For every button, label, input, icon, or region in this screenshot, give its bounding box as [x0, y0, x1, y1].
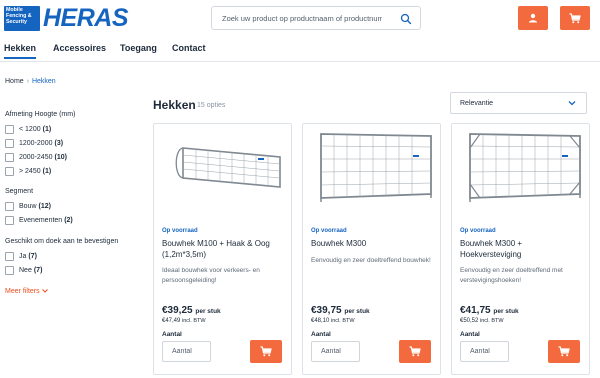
checkbox[interactable] [5, 124, 14, 134]
filter-option-mesh-ja[interactable]: Ja (7) [5, 251, 37, 261]
add-to-cart-button[interactable] [399, 340, 431, 363]
product-name[interactable]: Bouwhek M100 + Haak & Oog (1,2m*3,5m) [162, 239, 286, 260]
nav-hekken[interactable]: Hekken [4, 42, 37, 59]
quantity-label: Aantal [311, 331, 331, 338]
more-filters-link[interactable]: Meer filters [5, 288, 48, 295]
quantity-label: Aantal [460, 331, 480, 338]
checkbox[interactable] [5, 265, 14, 275]
filter-option-height-lt1200[interactable]: < 1200 (1) [5, 124, 51, 134]
add-to-cart-button[interactable] [250, 340, 282, 363]
search-box [211, 6, 421, 30]
stock-status: Op voorraad [311, 228, 347, 234]
product-image-fence[interactable] [309, 128, 435, 220]
product-description: Eenvoudig en zeer doeltreffend bouwhek! [311, 257, 431, 264]
stock-status: Op voorraad [162, 228, 198, 234]
filter-option-mesh-nee[interactable]: Nee (7) [5, 265, 42, 275]
page-title: Hekken [153, 98, 196, 112]
search-input[interactable] [212, 7, 382, 29]
nav-contact[interactable]: Contact [172, 42, 206, 54]
filter-height-title: Afmeting Hoogte (mm) [5, 111, 76, 118]
filter-option-segment-evenementen[interactable]: Evenementen (2) [5, 215, 73, 225]
filter-option-height-1200-2000[interactable]: 1200-2000 (3) [5, 138, 63, 148]
quantity-input[interactable] [460, 341, 509, 362]
product-card[interactable]: Op voorraad Bouwhek M100 + Haak & Oog (1… [153, 123, 292, 375]
cart-icon [569, 12, 581, 23]
search-icon[interactable] [400, 13, 412, 25]
account-button[interactable] [518, 6, 548, 30]
checkbox[interactable] [5, 201, 14, 211]
sort-value: Relevantie [460, 99, 494, 107]
logo-wordmark[interactable]: HERAS [43, 6, 129, 31]
breadcrumb: Home › Hekken [5, 77, 56, 86]
checkbox[interactable] [5, 166, 14, 176]
product-card[interactable]: Op voorraad Bouwhek M300 Eenvoudig en ze… [302, 123, 441, 375]
logo-badge[interactable]: Mobile Fencing & Security [4, 6, 40, 31]
result-count: 15 opties [197, 102, 226, 109]
cart-icon [409, 346, 421, 357]
price-incl-vat: €50,52 incl. BTW [460, 318, 504, 324]
breadcrumb-home[interactable]: Home [5, 78, 24, 85]
product-image-fence[interactable] [160, 128, 286, 220]
breadcrumb-current: Hekken [31, 78, 56, 85]
product-image-fence[interactable] [458, 128, 584, 220]
quantity-label: Aantal [162, 331, 182, 338]
filter-option-height-2000-2450[interactable]: 2000-2450 (10) [5, 152, 67, 162]
stock-status: Op voorraad [460, 228, 496, 234]
product-price: €39,75 per stuk [311, 305, 370, 316]
chevron-down-icon [568, 101, 576, 106]
checkbox[interactable] [5, 215, 14, 225]
product-price: €41,75 per stuk [460, 305, 519, 316]
filter-segment-title: Segment [5, 188, 34, 195]
price-incl-vat: €48,10 incl. BTW [311, 318, 355, 324]
breadcrumb-separator: › [26, 78, 29, 85]
filter-mesh-title: Geschikt om doek aan te bevestigen [5, 238, 119, 245]
nav-accessoires[interactable]: Accessoires [53, 42, 106, 54]
checkbox[interactable] [5, 251, 14, 261]
product-card[interactable]: Op voorraad Bouwhek M300 + Hoekverstevig… [451, 123, 590, 375]
quantity-input[interactable] [162, 341, 211, 362]
checkbox[interactable] [5, 138, 14, 148]
nav-toegang[interactable]: Toegang [120, 42, 157, 54]
logo-tagline: Mobile Fencing & Security [6, 7, 32, 26]
product-name[interactable]: Bouwhek M300 [311, 239, 435, 250]
cart-icon [558, 346, 570, 357]
nav-divider [0, 61, 600, 62]
price-incl-vat: €47,49 incl. BTW [162, 318, 206, 324]
quantity-input[interactable] [311, 341, 360, 362]
cart-icon [260, 346, 272, 357]
filter-option-height-gt2450[interactable]: > 2450 (1) [5, 166, 51, 176]
product-description: Eenvoudig en zeer doeltreffend met verst… [460, 267, 563, 284]
product-price: €39,25 per stuk [162, 305, 221, 316]
chevron-down-icon [41, 289, 48, 293]
user-icon [529, 13, 537, 23]
checkbox[interactable] [5, 152, 14, 162]
sort-select[interactable]: Relevantie [450, 92, 587, 114]
add-to-cart-button[interactable] [548, 340, 580, 363]
filter-option-segment-bouw[interactable]: Bouw (12) [5, 201, 51, 211]
cart-button[interactable] [560, 6, 590, 30]
product-description: Ideaal bouwhek voor verkeers- en persoon… [162, 267, 260, 284]
product-name[interactable]: Bouwhek M300 + Hoekversteviging [460, 239, 584, 260]
